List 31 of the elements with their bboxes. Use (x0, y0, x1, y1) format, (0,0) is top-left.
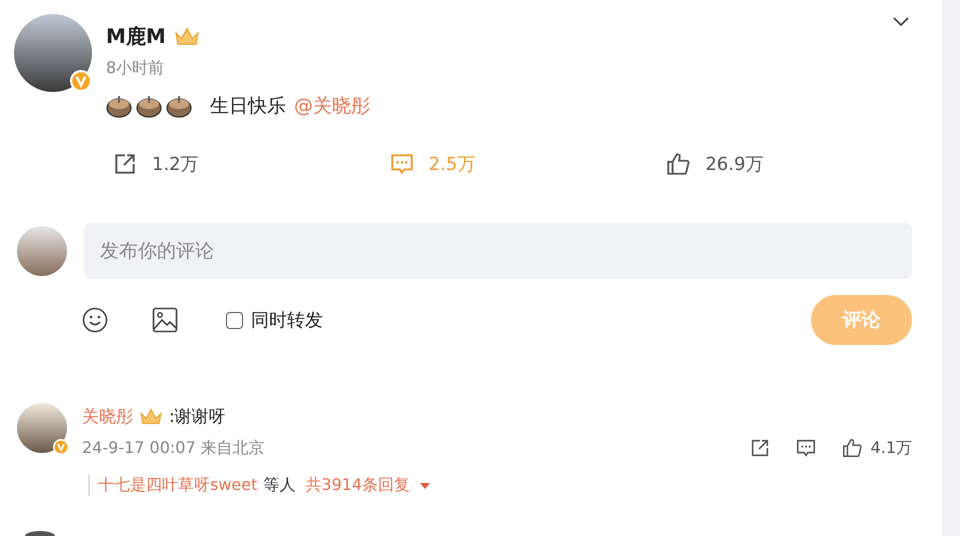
thumbs-up-icon (665, 151, 692, 177)
mention-link[interactable]: @关晓彤 (294, 93, 370, 119)
replier-name-link[interactable]: 十七是四叶草呀sweet (98, 475, 258, 496)
comment-input-field[interactable]: 发布你的评论 (84, 223, 912, 279)
share-stat-button[interactable]: 1.2万 (112, 151, 389, 177)
caret-down-icon[interactable] (420, 482, 430, 488)
user-avatar-photo-placeholder (17, 226, 67, 276)
thumbs-up-icon (840, 437, 863, 459)
post-text: 生日快乐 (210, 94, 286, 119)
like-button[interactable]: 4.1万 (840, 437, 912, 459)
commenter-name[interactable]: 关晓彤 (82, 404, 133, 428)
comment-stat-button[interactable]: 2.5万 (388, 151, 666, 177)
crown-badge-icon (139, 407, 163, 425)
replies-count-link[interactable]: 共3914条回复 (305, 475, 410, 496)
comment-icon[interactable] (794, 437, 817, 459)
like-stat-button[interactable]: 26.9万 (665, 151, 942, 177)
smiley-icon[interactable] (82, 307, 108, 333)
image-icon[interactable] (152, 307, 178, 333)
verified-badge-icon (53, 439, 69, 455)
post-time: 8小时前 (106, 58, 166, 79)
crown-badge-icon (174, 26, 200, 46)
repost-checkbox[interactable] (226, 312, 243, 328)
replies-suffix: 等人 (263, 475, 296, 496)
chevron-down-icon[interactable] (892, 16, 910, 28)
comment-meta: 24-9-17 00:07 来自北京 (82, 438, 265, 458)
author-name[interactable]: M鹿M (106, 22, 166, 50)
verified-badge-icon (70, 70, 92, 92)
repost-label: 同时转发 (251, 309, 323, 332)
comment-text: :谢谢呀 (169, 406, 226, 428)
commenter-avatar-photo-placeholder[interactable] (17, 403, 67, 453)
submit-comment-button[interactable]: 评论 (811, 295, 912, 345)
